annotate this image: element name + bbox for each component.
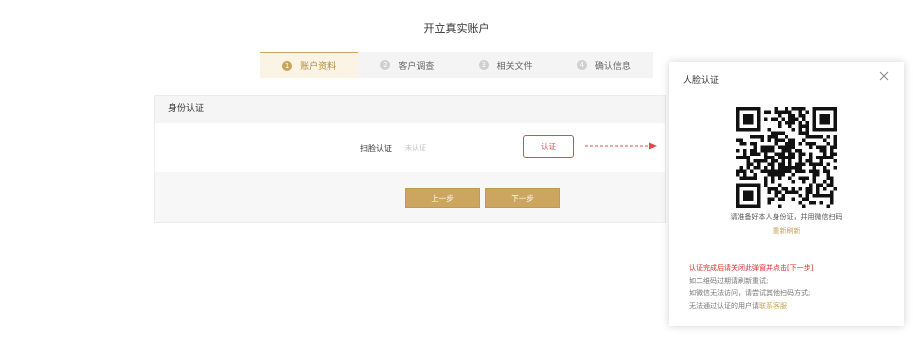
- instruction-close-dialog: 认证完成后请关闭此弹窗并点击[下一步]: [689, 264, 814, 272]
- qr-code: [736, 107, 837, 208]
- step-account-info: 1 账户资料: [260, 52, 359, 78]
- instruction-contact-text: 无法通过认证的用户请: [689, 301, 759, 310]
- section-title: 身份认证: [155, 96, 665, 123]
- refresh-qr-link[interactable]: 重新刷新: [669, 226, 904, 236]
- instruction-expired-qr: 如二维码过期请刷新重试;: [689, 276, 769, 285]
- step-related-documents: 3 相关文件: [457, 52, 555, 78]
- page-title: 开立真实账户: [423, 22, 490, 35]
- instruction-contact: 无法通过认证的用户请联系客服: [689, 300, 813, 313]
- identity-verification-panel: 身份认证 扫脸认证 未认证 认证 上一步 下一步: [154, 95, 666, 223]
- close-icon[interactable]: [879, 71, 889, 81]
- verification-status: 未认证: [405, 144, 426, 152]
- step-number: 1: [282, 60, 293, 71]
- qr-instruction: 请准备好本人身份证，并用微信扫码: [730, 213, 843, 221]
- step-progress-bar: 1 账户资料 2 客户调查 3 相关文件 4 确认信息: [260, 52, 653, 78]
- instruction-wechat-fallback: 如微信无法访问，请尝试其他扫码方式;: [689, 289, 811, 297]
- verification-row: 扫脸认证 未认证 认证: [155, 123, 665, 172]
- contact-support-link[interactable]: 联系客服: [759, 302, 787, 310]
- step-customer-survey: 2 客户调查: [358, 52, 456, 78]
- dialog-title: 人脸认证: [683, 76, 720, 86]
- step-confirm-info: 4 确认信息: [555, 52, 653, 78]
- step-label: 客户调查: [398, 61, 435, 72]
- step-label: 确认信息: [594, 61, 631, 72]
- step-number: 3: [478, 60, 489, 70]
- instructions: 认证完成后请关闭此弹窗并点击[下一步] 如二维码过期请刷新重试; 如微信无法访问…: [689, 262, 813, 312]
- prev-step-button[interactable]: 上一步: [405, 188, 480, 208]
- step-number: 2: [380, 60, 391, 70]
- step-label: 相关文件: [496, 61, 533, 72]
- dashed-arrow-icon: [585, 142, 657, 150]
- step-number: 4: [576, 60, 587, 70]
- next-step-button[interactable]: 下一步: [485, 188, 560, 208]
- step-label: 账户资料: [300, 62, 337, 72]
- face-scan-label: 扫脸认证: [360, 144, 392, 153]
- face-verification-dialog: 人脸认证 请准备好本人身份证，并用微信扫码 重新刷新 认证完成后请关闭此弹窗并点…: [669, 62, 904, 326]
- authenticate-button[interactable]: 认证: [523, 135, 574, 158]
